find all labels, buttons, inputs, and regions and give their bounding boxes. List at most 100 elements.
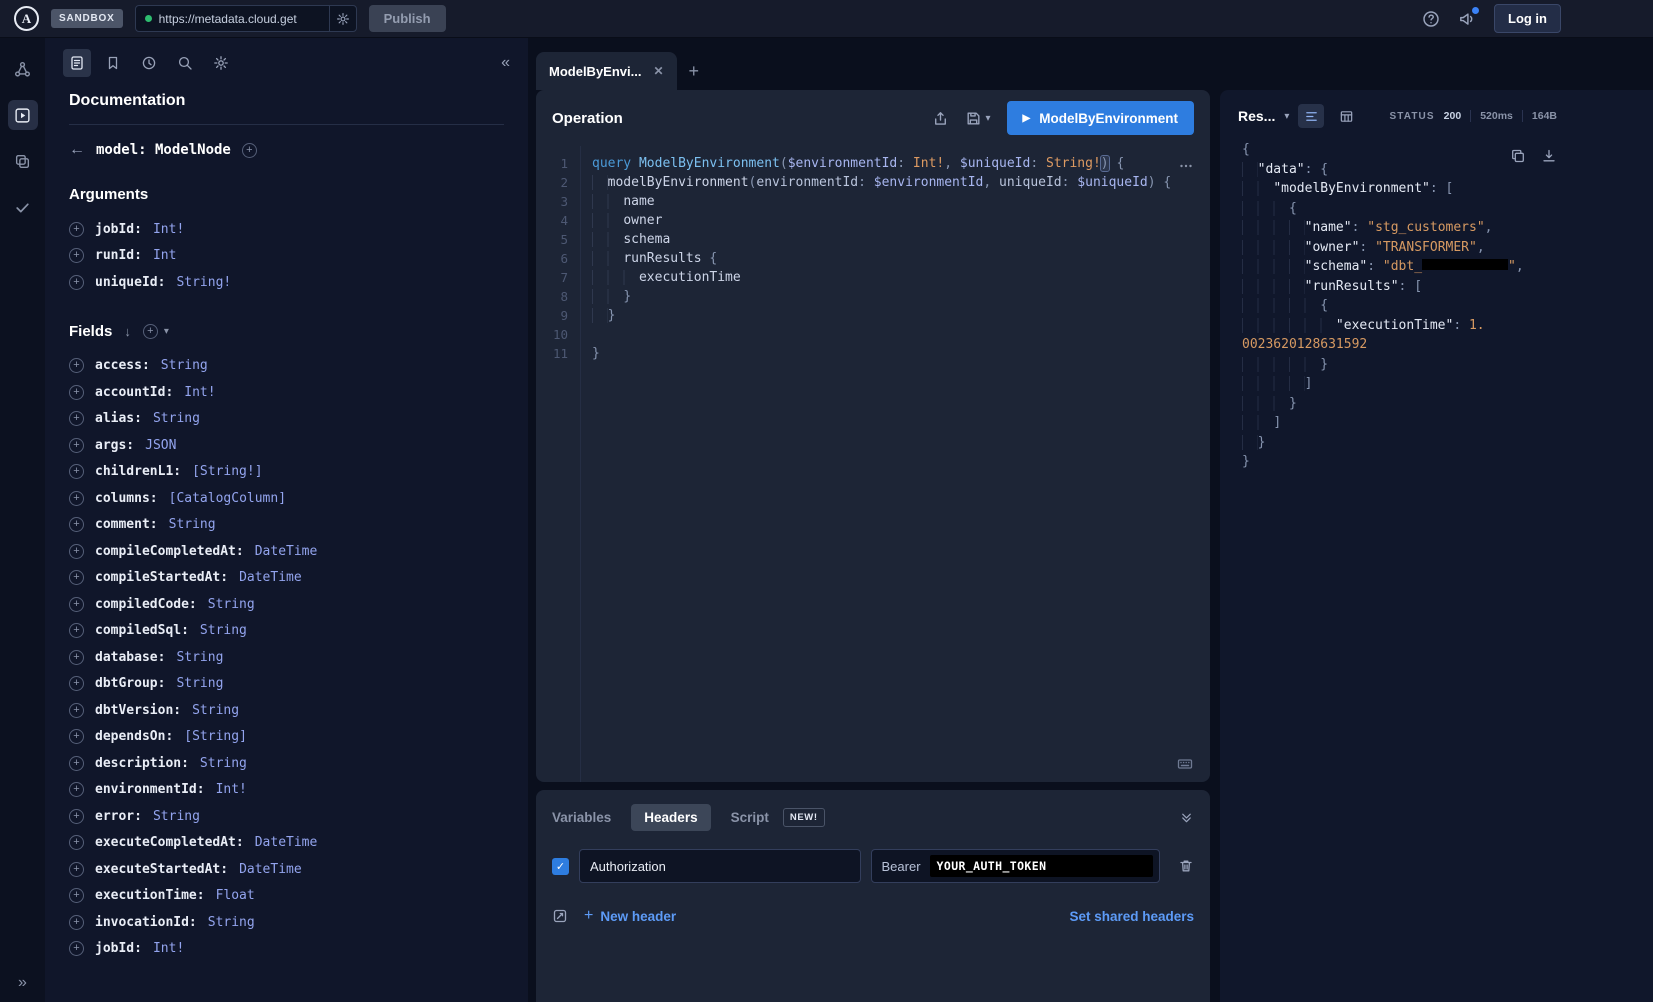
field-item[interactable]: invocationId:String — [69, 909, 504, 936]
login-button[interactable]: Log in — [1494, 4, 1561, 33]
code-line[interactable]: 8 } — [536, 287, 1210, 306]
prefill-headers-icon[interactable] — [552, 908, 568, 924]
new-tab-icon[interactable]: + — [689, 62, 700, 80]
code-line[interactable]: { — [1242, 296, 1653, 316]
field-type[interactable]: String! — [176, 275, 231, 290]
publish-button[interactable]: Publish — [369, 5, 446, 32]
response-dropdown-chevron-icon[interactable]: ▾ — [1284, 111, 1289, 122]
add-to-query-icon[interactable] — [69, 729, 84, 744]
add-to-query-icon[interactable] — [69, 941, 84, 956]
query-editor[interactable]: 1query ModelByEnvironment($environmentId… — [536, 146, 1210, 782]
code-line[interactable]: } — [1242, 433, 1653, 453]
set-shared-headers-link[interactable]: Set shared headers — [1069, 909, 1194, 924]
code-line[interactable]: 10 — [536, 325, 1210, 344]
code-line[interactable]: 1query ModelByEnvironment($environmentId… — [536, 154, 1210, 173]
field-type[interactable]: String — [153, 809, 200, 824]
field-item[interactable]: columns:[CatalogColumn] — [69, 485, 504, 512]
run-operation-button[interactable]: ▶ ModelByEnvironment — [1007, 101, 1194, 135]
field-item[interactable]: childrenL1:[String!] — [69, 459, 504, 486]
field-type[interactable]: String — [176, 650, 223, 665]
add-to-query-icon[interactable] — [69, 862, 84, 877]
add-to-query-icon[interactable] — [69, 756, 84, 771]
add-to-query-icon[interactable] — [69, 809, 84, 824]
docs-settings-gear-icon[interactable] — [207, 49, 235, 77]
code-line[interactable]: 6 runResults { — [536, 249, 1210, 268]
field-item[interactable]: comment:String — [69, 512, 504, 539]
argument-item[interactable]: runId:Int — [69, 243, 504, 270]
tab-variables[interactable]: Variables — [552, 810, 611, 825]
add-to-query-icon[interactable] — [69, 517, 84, 532]
raw-view-icon[interactable] — [1298, 104, 1324, 128]
add-to-query-icon[interactable] — [69, 275, 84, 290]
code-line[interactable]: 4 owner — [536, 211, 1210, 230]
code-line[interactable]: 5 schema — [536, 230, 1210, 249]
back-arrow-icon[interactable]: ← — [69, 141, 85, 159]
save-dropdown-chevron-icon[interactable]: ▾ — [986, 113, 991, 124]
documentation-icon[interactable] — [63, 49, 91, 77]
field-type[interactable]: DateTime — [239, 570, 302, 585]
add-to-query-icon[interactable] — [69, 623, 84, 638]
field-item[interactable]: compiledCode:String — [69, 591, 504, 618]
add-fields-icon[interactable] — [143, 324, 158, 339]
field-item[interactable]: compileCompletedAt:DateTime — [69, 538, 504, 565]
field-item[interactable]: compiledSql:String — [69, 618, 504, 645]
collapse-request-panel-icon[interactable] — [1179, 810, 1194, 825]
add-to-query-icon[interactable] — [69, 222, 84, 237]
code-line[interactable]: } — [1242, 394, 1653, 414]
operation-collections-icon[interactable] — [8, 146, 38, 176]
field-item[interactable]: executeCompletedAt:DateTime — [69, 830, 504, 857]
field-type[interactable]: DateTime — [255, 544, 318, 559]
code-line[interactable]: "runResults": [ — [1242, 277, 1653, 297]
field-item[interactable]: database:String — [69, 644, 504, 671]
collapse-panel-icon[interactable]: « — [501, 54, 510, 72]
header-key-input[interactable] — [579, 849, 861, 883]
add-type-to-query-icon[interactable] — [242, 143, 257, 158]
field-type[interactable]: Int! — [153, 222, 184, 237]
endpoint-url-box[interactable]: https://metadata.cloud.get — [135, 5, 357, 32]
add-to-query-icon[interactable] — [69, 782, 84, 797]
editor-menu-icon[interactable] — [1178, 158, 1194, 174]
field-item[interactable]: access:String — [69, 353, 504, 380]
add-to-query-icon[interactable] — [69, 248, 84, 263]
code-line[interactable]: 11} — [536, 344, 1210, 363]
response-json[interactable]: { "data": { "modelByEnvironment": [ { "n… — [1242, 140, 1653, 472]
add-to-query-icon[interactable] — [69, 676, 84, 691]
field-type[interactable]: Int! — [216, 782, 247, 797]
close-tab-icon[interactable]: ✕ — [653, 64, 663, 78]
code-line[interactable]: { — [1242, 140, 1653, 160]
bookmark-icon[interactable] — [99, 49, 127, 77]
add-to-query-icon[interactable] — [69, 703, 84, 718]
field-type[interactable]: String — [208, 915, 255, 930]
field-item[interactable]: executeStartedAt:DateTime — [69, 856, 504, 883]
add-to-query-icon[interactable] — [69, 491, 84, 506]
add-to-query-icon[interactable] — [69, 464, 84, 479]
field-item[interactable]: accountId:Int! — [69, 379, 504, 406]
field-item[interactable]: dependsOn:[String] — [69, 724, 504, 751]
field-type[interactable]: String — [161, 358, 208, 373]
field-type[interactable]: [String] — [184, 729, 247, 744]
add-to-query-icon[interactable] — [69, 411, 84, 426]
field-item[interactable]: args:JSON — [69, 432, 504, 459]
field-type[interactable]: String — [208, 597, 255, 612]
download-response-icon[interactable] — [1541, 148, 1557, 164]
field-item[interactable]: error:String — [69, 803, 504, 830]
field-type[interactable]: DateTime — [239, 862, 302, 877]
sort-fields-icon[interactable]: ↓ — [124, 324, 131, 339]
field-item[interactable]: jobId:Int! — [69, 936, 504, 963]
code-line[interactable]: 7 executionTime — [536, 268, 1210, 287]
field-type[interactable]: JSON — [145, 438, 176, 453]
add-to-query-icon[interactable] — [69, 650, 84, 665]
header-value-input[interactable]: Bearer YOUR_AUTH_TOKEN — [871, 849, 1160, 883]
delete-header-icon[interactable] — [1178, 858, 1194, 874]
field-type[interactable]: Float — [216, 888, 255, 903]
table-view-icon[interactable] — [1333, 104, 1359, 128]
query-code[interactable]: 1query ModelByEnvironment($environmentId… — [536, 154, 1210, 363]
code-line[interactable]: "data": { — [1242, 160, 1653, 180]
field-type[interactable]: [String!] — [192, 464, 262, 479]
code-line[interactable]: 3 name — [536, 192, 1210, 211]
field-type[interactable]: DateTime — [255, 835, 318, 850]
new-header-button[interactable]: + New header — [584, 907, 676, 925]
field-type[interactable]: String — [200, 756, 247, 771]
auth-token-value[interactable]: YOUR_AUTH_TOKEN — [930, 855, 1153, 877]
field-type[interactable]: String — [192, 703, 239, 718]
